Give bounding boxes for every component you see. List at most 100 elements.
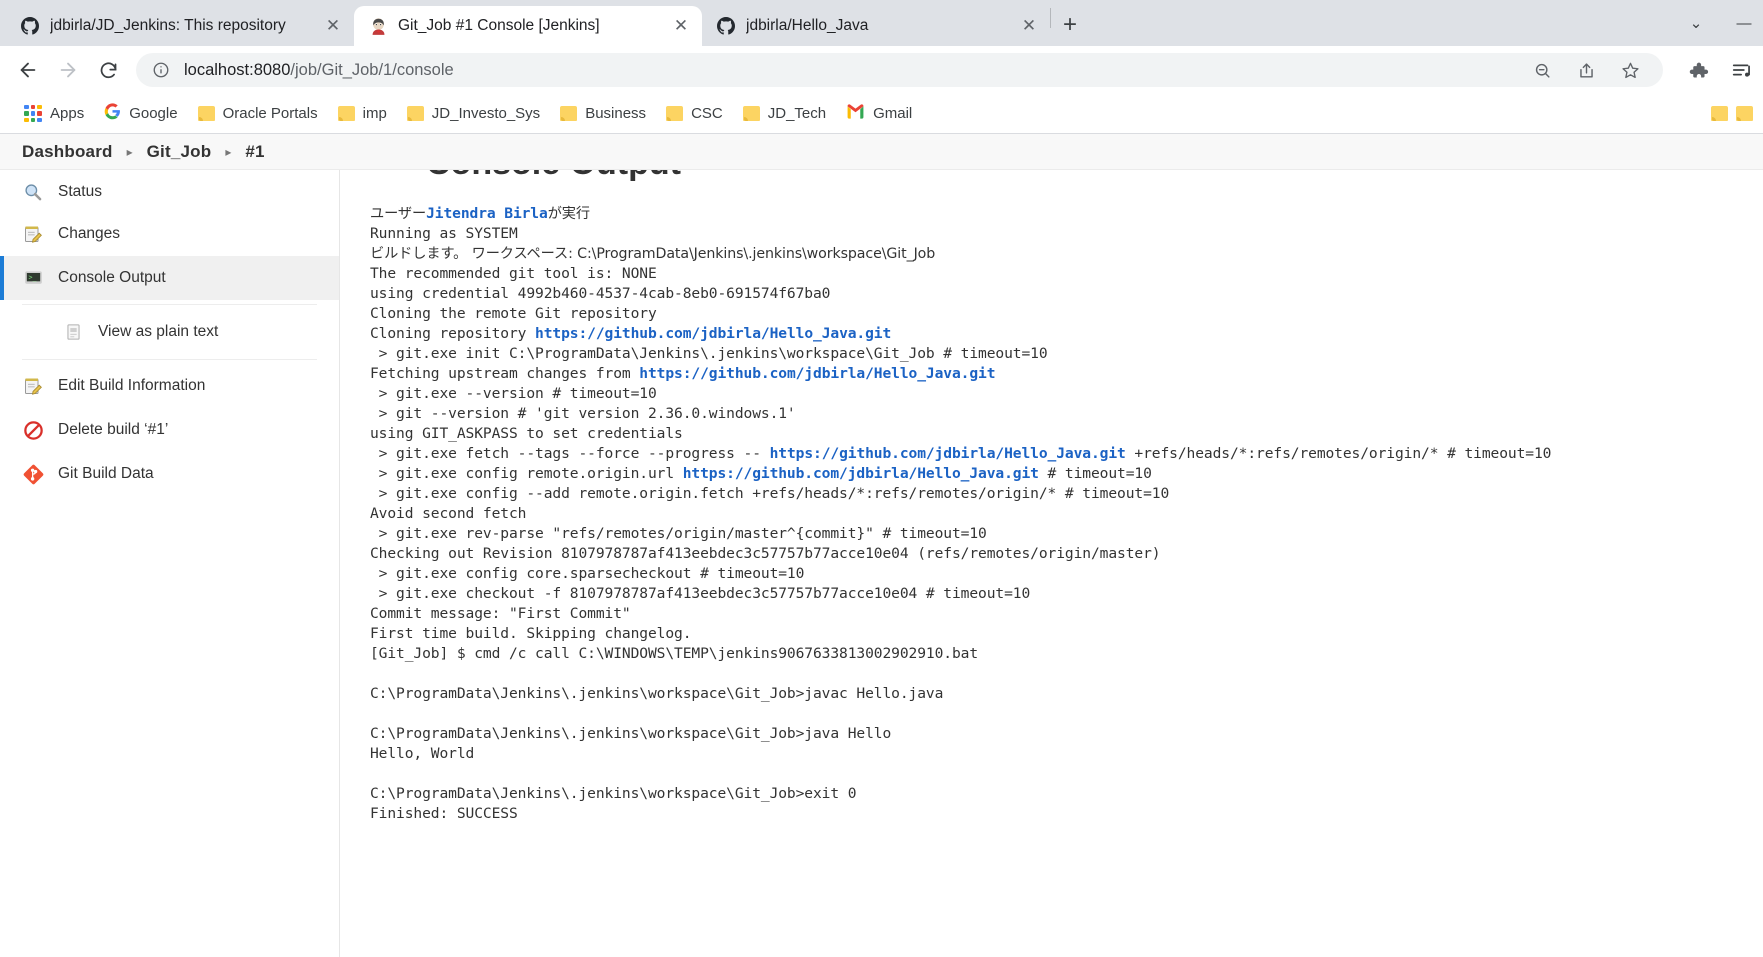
- breadcrumb-build[interactable]: #1: [245, 142, 264, 162]
- chevron-right-icon: ▸: [126, 144, 133, 159]
- bookmark-overflow-0[interactable]: [1701, 102, 1732, 125]
- folder-icon: [406, 106, 424, 121]
- bookmark-label: imp: [362, 105, 387, 122]
- forward-button[interactable]: [50, 52, 86, 88]
- console-output-text: ユーザーJitendra Birlaが実行 Running as SYSTEM …: [370, 205, 1552, 822]
- sidebar-item-console-output[interactable]: >_ Console Output: [0, 256, 339, 300]
- svg-text:>_: >_: [28, 274, 36, 282]
- git-diamond-icon: [22, 463, 44, 485]
- sidebar-divider: [22, 304, 317, 305]
- bookmark-label: Oracle Portals: [222, 105, 318, 122]
- breadcrumb: Dashboard ▸ Git_Job ▸ #1: [0, 134, 1763, 170]
- sidebar-item-label: Status: [58, 183, 102, 200]
- page-title-row: Console Output: [363, 170, 1763, 193]
- bookmark-jd-tech[interactable]: JD_Tech: [733, 101, 836, 126]
- tab-strip: jdbirla/JD_Jenkins: This repository ✕ Gi…: [0, 0, 1763, 46]
- folder-icon: [197, 106, 215, 121]
- bookmarks-bar: Apps Google Oracle Portals imp JD_Invest…: [0, 94, 1763, 134]
- console-content: Console Output ユーザーJitendra Birlaが実行 Run…: [340, 170, 1763, 957]
- sidebar-item-changes[interactable]: Changes: [0, 212, 339, 256]
- apps-grid-icon: [24, 104, 42, 123]
- notepad-pencil-icon: [22, 375, 44, 397]
- bookmark-google[interactable]: Google: [94, 99, 187, 128]
- bookmark-label: JD_Tech: [767, 105, 827, 122]
- tab-title: Git_Job #1 Console [Jenkins]: [398, 17, 600, 34]
- folder-icon: [666, 106, 684, 121]
- bookmark-apps[interactable]: Apps: [14, 101, 94, 127]
- browser-tab-0[interactable]: jdbirla/JD_Jenkins: This repository ✕: [6, 6, 354, 46]
- breadcrumb-job[interactable]: Git_Job: [147, 142, 212, 162]
- bookmark-label: Google: [129, 105, 178, 122]
- address-bar[interactable]: localhost:8080/job/Git_Job/1/console: [136, 53, 1663, 87]
- bookmark-imp[interactable]: imp: [328, 101, 397, 126]
- back-button[interactable]: [10, 52, 46, 88]
- toolbar-extras: [1673, 59, 1753, 81]
- sidebar-item-label: Changes: [58, 225, 121, 242]
- browser-tab-2[interactable]: jdbirla/Hello_Java ✕: [702, 6, 1050, 46]
- zoom-out-icon[interactable]: [1531, 59, 1553, 81]
- breadcrumb-dashboard[interactable]: Dashboard: [22, 142, 113, 162]
- share-icon[interactable]: [1575, 59, 1597, 81]
- page-title: Console Output: [426, 170, 681, 183]
- tab-title: jdbirla/Hello_Java: [746, 17, 869, 34]
- gmail-icon: [846, 104, 865, 123]
- bookmark-star-icon[interactable]: [1619, 59, 1641, 81]
- notepad-pencil-icon: [22, 223, 44, 245]
- sidebar-item-label: Delete build ‘#1’: [58, 421, 169, 438]
- bookmark-label: CSC: [691, 105, 723, 122]
- restore-window-button[interactable]: ⌄: [1685, 14, 1707, 32]
- browser-toolbar: localhost:8080/job/Git_Job/1/console: [0, 46, 1763, 94]
- tab-close-button[interactable]: ✕: [1018, 15, 1040, 37]
- minimize-window-button[interactable]: —: [1733, 15, 1755, 32]
- sidebar-item-status[interactable]: Status: [0, 172, 339, 212]
- jenkins-icon: [368, 16, 388, 36]
- folder-icon: [742, 106, 760, 121]
- browser-window: jdbirla/JD_Jenkins: This repository ✕ Gi…: [0, 0, 1763, 957]
- in-progress-spinner: [363, 170, 423, 193]
- tab-title: jdbirla/JD_Jenkins: This repository: [50, 17, 286, 34]
- bookmark-gmail[interactable]: Gmail: [836, 100, 922, 127]
- sidebar-item-label: Git Build Data: [58, 465, 154, 482]
- info-circle-icon[interactable]: [150, 59, 172, 81]
- document-icon: [62, 321, 84, 343]
- bookmark-csc[interactable]: CSC: [656, 101, 733, 126]
- reading-list-icon[interactable]: [1731, 59, 1753, 81]
- build-sidebar: Status Changes >_ Console Output View as…: [0, 170, 340, 957]
- sidebar-item-label: Console Output: [58, 269, 166, 286]
- delete-forbidden-icon: [22, 419, 44, 441]
- bookmark-label: Apps: [50, 105, 85, 122]
- sidebar-item-git-build-data[interactable]: Git Build Data: [0, 452, 339, 496]
- bookmark-label: Gmail: [873, 105, 913, 122]
- sidebar-item-edit-build-information[interactable]: Edit Build Information: [0, 364, 339, 408]
- address-bar-url[interactable]: localhost:8080/job/Git_Job/1/console: [184, 61, 1519, 80]
- omnibox-actions: [1531, 59, 1649, 81]
- sidebar-item-label: Edit Build Information: [58, 377, 206, 394]
- tab-close-button[interactable]: ✕: [670, 15, 692, 37]
- bookmark-business[interactable]: Business: [550, 101, 656, 126]
- sidebar-item-delete-build[interactable]: Delete build ‘#1’: [0, 408, 339, 452]
- folder-icon: [560, 106, 578, 121]
- bookmark-overflow-1[interactable]: [1732, 102, 1763, 125]
- bookmark-oracle-portals[interactable]: Oracle Portals: [188, 101, 328, 126]
- folder-icon: [337, 106, 355, 121]
- bookmark-jd-investo-sys[interactable]: JD_Investo_Sys: [397, 101, 550, 126]
- github-icon: [20, 16, 40, 36]
- url-path: /job/Git_Job/1/console: [290, 60, 454, 79]
- google-g-icon: [104, 103, 121, 124]
- folder-icon: [1736, 106, 1753, 121]
- url-host: localhost:8080: [184, 60, 291, 79]
- magnifier-icon: [22, 181, 44, 203]
- terminal-icon: >_: [22, 267, 44, 289]
- reload-button[interactable]: [90, 52, 126, 88]
- page-body: Status Changes >_ Console Output View as…: [0, 170, 1763, 957]
- new-tab-button[interactable]: +: [1051, 6, 1089, 44]
- chevron-right-icon: ▸: [225, 144, 232, 159]
- tab-close-button[interactable]: ✕: [322, 15, 344, 37]
- window-controls: ⌄ —: [1685, 0, 1755, 46]
- extensions-puzzle-icon[interactable]: [1687, 59, 1709, 81]
- sidebar-divider: [22, 359, 317, 360]
- sidebar-item-view-as-plain-text[interactable]: View as plain text: [0, 309, 339, 355]
- browser-tab-1[interactable]: Git_Job #1 Console [Jenkins] ✕: [354, 6, 702, 46]
- sidebar-item-label: View as plain text: [98, 323, 219, 340]
- bookmark-label: JD_Investo_Sys: [431, 105, 541, 122]
